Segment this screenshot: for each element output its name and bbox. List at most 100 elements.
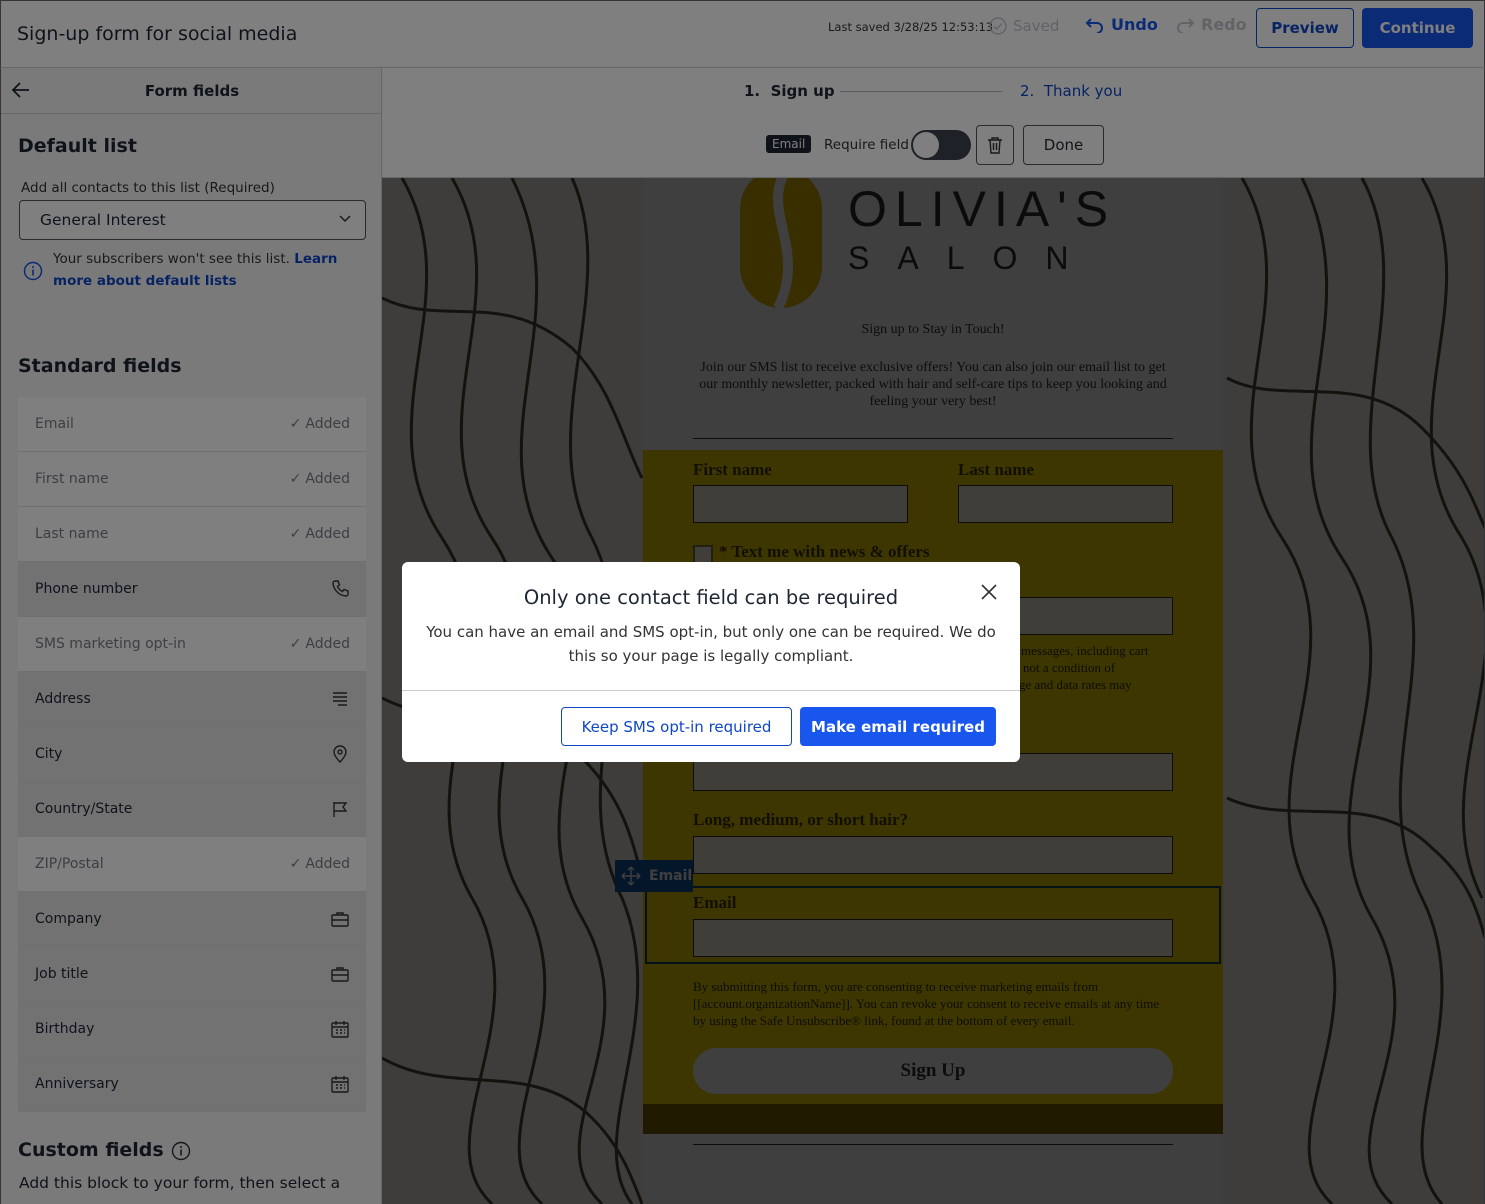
step-label: Sign up [770,82,835,100]
added-label: Added [305,856,350,872]
field-added-status: ✓ Added [290,526,350,542]
field-label: Birthday [35,1021,95,1037]
field-added-status: ✓ Added [290,416,350,432]
custom-fields-title: Custom fields [18,1139,164,1161]
info-icon[interactable] [171,1141,191,1161]
editor-toolbar: 1. Sign up 2. Thank you Email Require fi… [382,68,1484,178]
step-number: 1. [744,82,761,100]
briefcase-icon [331,912,349,927]
divider [402,690,1020,691]
close-button[interactable] [979,582,999,602]
continue-button[interactable]: Continue [1362,8,1473,48]
field-item-first-name[interactable]: First name ✓ Added [18,452,366,507]
redo-icon [1177,17,1195,33]
undo-label: Undo [1111,15,1158,34]
field-added-status: ✓ Added [290,856,350,872]
checkmark-icon: ✓ [289,526,302,542]
step-thank-you[interactable]: 2. Thank you [1020,82,1122,100]
field-label: Address [35,691,91,707]
checkmark-icon: ✓ [289,636,302,652]
calendar-icon [331,1021,349,1038]
flag-icon [333,802,348,817]
field-label: Anniversary [35,1076,119,1092]
field-label: First name [35,471,109,487]
field-label: Company [35,911,102,927]
custom-fields-description: Add this block to your form, then select… [19,1174,341,1192]
address-icon [333,692,347,706]
added-label: Added [305,416,350,432]
field-item-sms-opt-in[interactable]: SMS marketing opt-in ✓ Added [18,617,366,672]
field-label: City [35,746,63,762]
field-label: SMS marketing opt-in [35,636,186,652]
field-label: Email [35,416,74,432]
standard-fields-title: Standard fields [18,355,182,377]
done-button[interactable]: Done [1023,125,1104,165]
field-item-email[interactable]: Email ✓ Added [18,397,366,452]
field-item-birthday[interactable]: Birthday [18,1002,366,1057]
info-icon [23,261,43,281]
field-item-last-name[interactable]: Last name ✓ Added [18,507,366,562]
saved-label: Saved [1013,17,1060,35]
undo-icon [1085,17,1103,33]
added-label: Added [305,526,350,542]
keep-sms-opt-in-required-button[interactable]: Keep SMS opt-in required [561,707,792,746]
field-item-zip-postal[interactable]: ZIP/Postal ✓ Added [18,837,366,892]
redo-label: Redo [1201,15,1247,34]
field-added-status: ✓ Added [290,471,350,487]
step-connector [840,91,1002,92]
field-label: Job title [35,966,89,982]
location-pin-icon [333,745,347,763]
field-label: Phone number [35,581,138,597]
field-item-country-state[interactable]: Country/State [18,782,366,837]
field-label: Last name [35,526,109,542]
dialog-title: Only one contact field can be required [523,586,899,609]
phone-icon [332,580,349,597]
require-field-toggle[interactable] [911,130,971,160]
field-item-company[interactable]: Company [18,892,366,947]
step-number: 2. [1020,82,1035,100]
delete-field-button[interactable] [976,125,1014,165]
preview-button[interactable]: Preview [1256,8,1354,48]
field-label: Country/State [35,801,133,817]
chevron-down-icon [339,215,351,223]
added-label: Added [305,636,350,652]
last-saved-timestamp: Last saved 3/28/25 12:53:13 [828,20,994,34]
default-list-info: Your subscribers won't see this list. Le… [53,248,363,292]
field-item-job-title[interactable]: Job title [18,947,366,1002]
default-list-title: Default list [18,135,137,157]
info-text: Your subscribers won't see this list. [53,251,290,267]
field-item-anniversary[interactable]: Anniversary [18,1057,366,1112]
make-email-required-button[interactable]: Make email required [800,707,996,746]
step-label: Thank you [1043,82,1123,100]
selected-field-tag: Email [766,135,812,153]
sidebar-header: Form fields [1,68,381,114]
step-sign-up[interactable]: 1. Sign up [744,82,835,100]
default-list-label: Add all contacts to this list (Required) [21,180,275,196]
undo-button[interactable]: Undo [1085,15,1158,34]
standard-fields-list: Email ✓ Added First name ✓ Added Last name… [18,397,366,1112]
field-item-address[interactable]: Address [18,672,366,727]
sidebar-title: Form fields [144,82,240,100]
default-list-select[interactable]: General Interest [19,200,366,240]
redo-button[interactable]: Redo [1175,15,1247,34]
field-added-status: ✓ Added [290,636,350,652]
check-circle-icon [989,17,1007,35]
close-icon [981,584,997,600]
default-list-value: General Interest [40,211,166,229]
form-fields-sidebar: Form fields Default list Add all contact… [0,68,382,1204]
added-label: Added [305,471,350,487]
top-bar: Sign-up form for social media Last saved… [0,0,1485,68]
field-label: ZIP/Postal [35,856,104,872]
checkmark-icon: ✓ [289,416,302,432]
dialog-body: You can have an email and SMS opt-in, bu… [426,623,996,665]
field-item-city[interactable]: City [18,727,366,782]
saved-status: Saved [989,17,1059,35]
page-title: Sign-up form for social media [17,23,298,45]
checkmark-icon: ✓ [289,856,302,872]
briefcase-icon [331,967,349,982]
required-field-dialog: Only one contact field can be required Y… [402,562,1020,762]
field-item-phone-number[interactable]: Phone number [18,562,366,617]
checkmark-icon: ✓ [289,471,302,487]
toggle-knob [913,132,939,158]
require-field-label: Require field [824,137,909,153]
